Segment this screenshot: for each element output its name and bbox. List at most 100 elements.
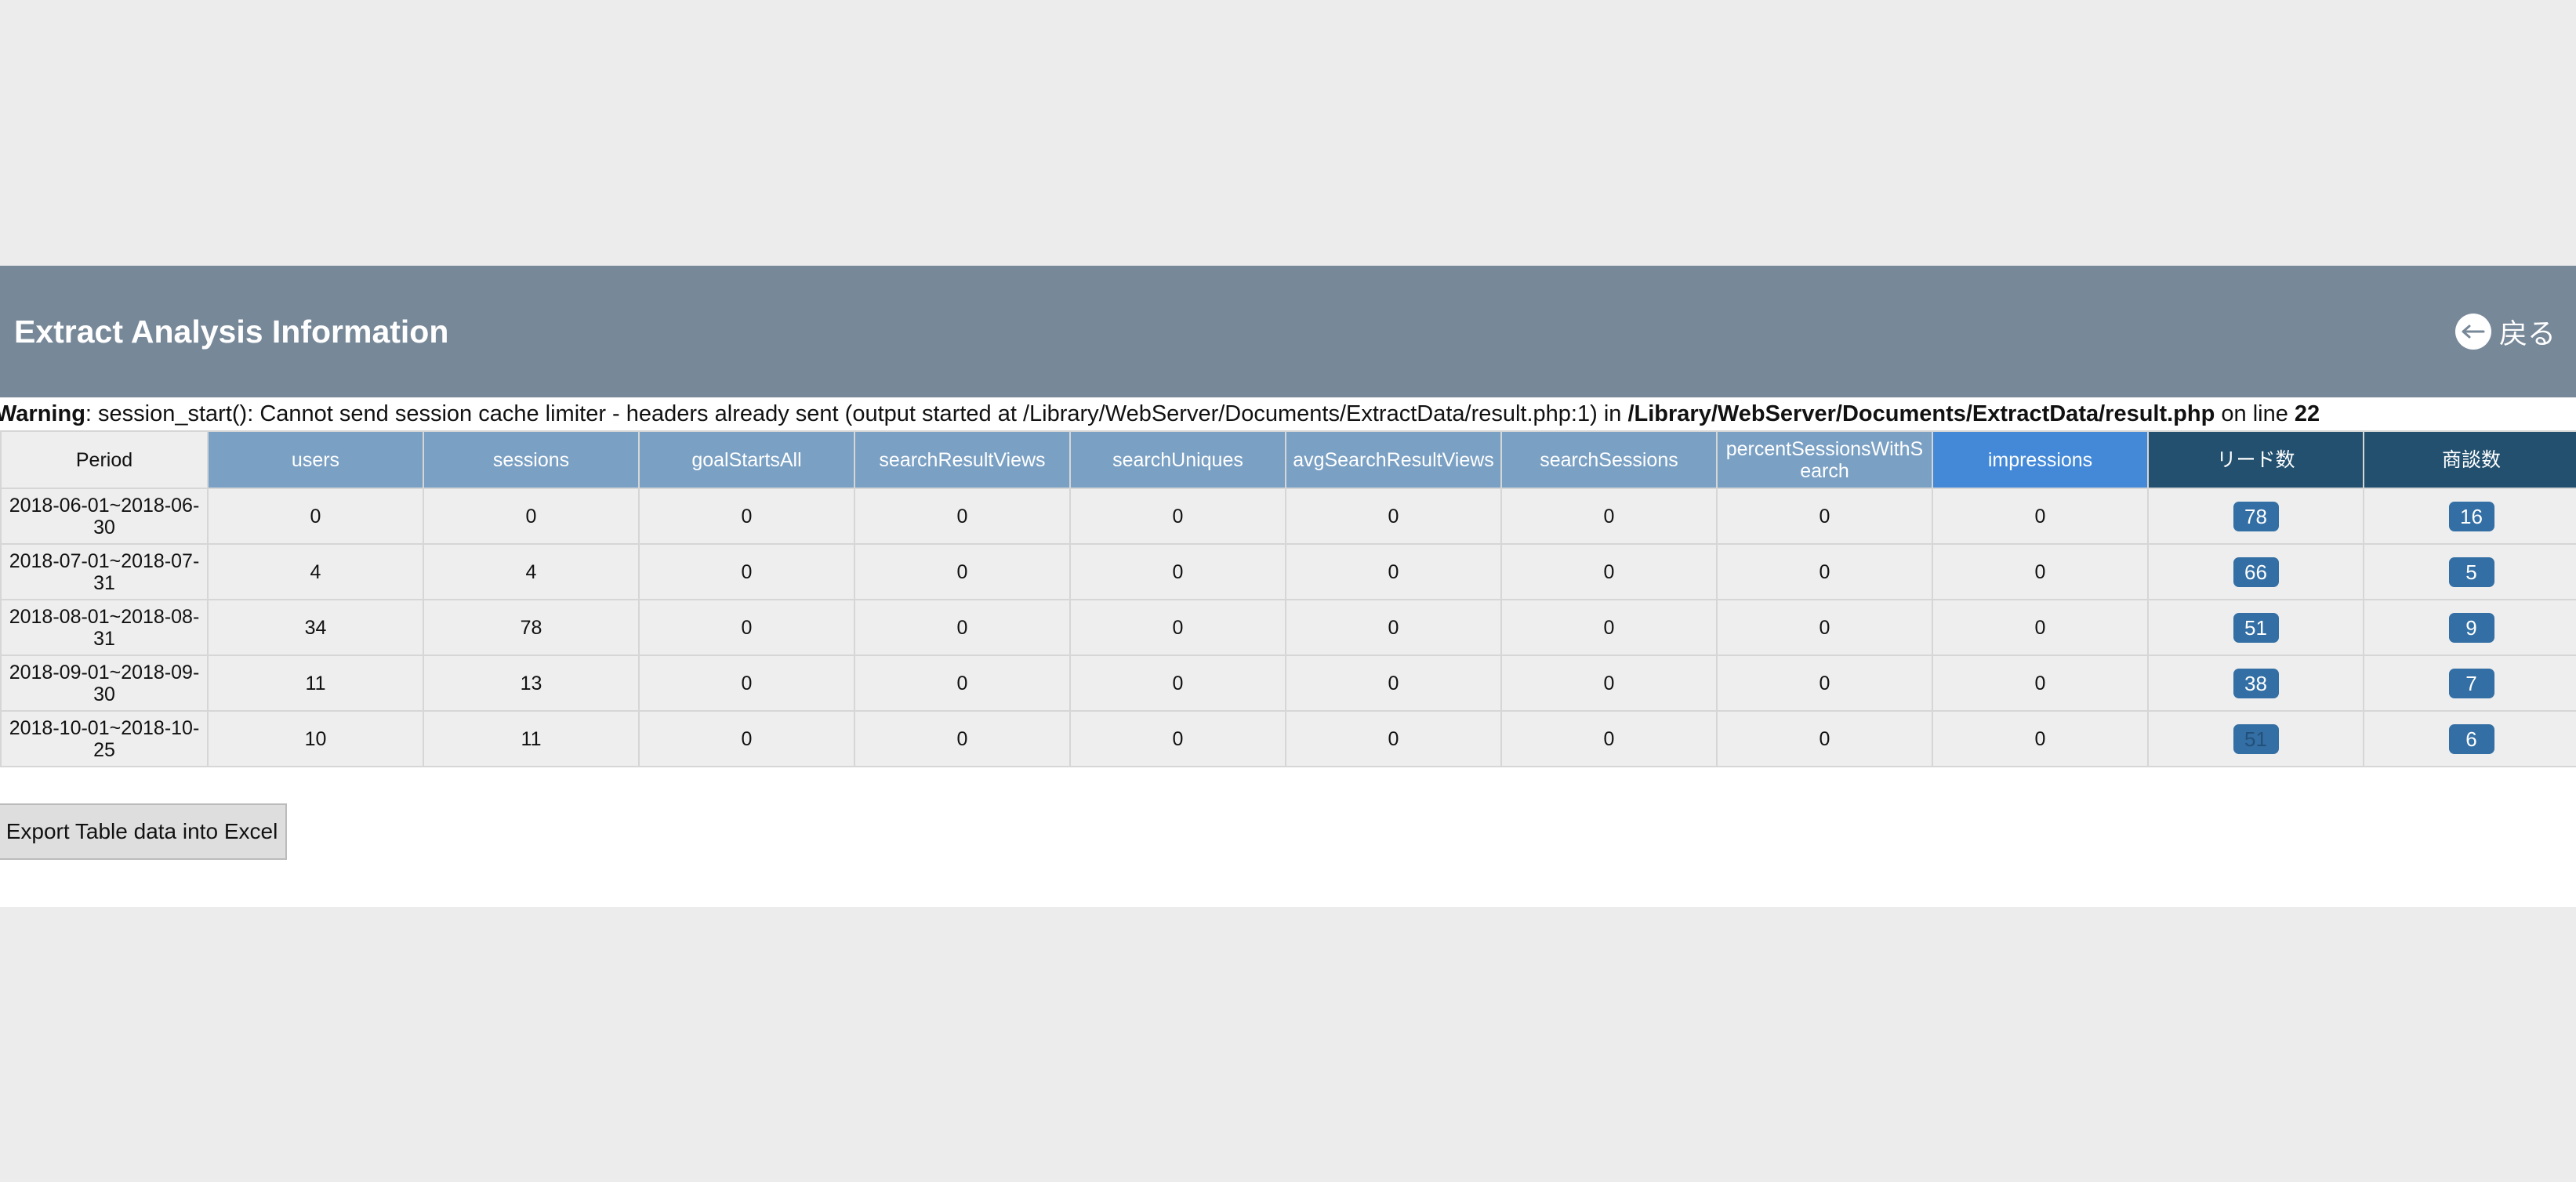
column-header: sessions [423,430,640,489]
value-cell: 0 [1716,488,1933,545]
table-header-row: Period users sessions goalStartsAll searchRe… [0,430,2576,489]
badge-cell: 9 [2363,599,2576,656]
value-cell: 0 [638,488,855,545]
warning-message: : session_start(): Cannot send session c… [85,401,1628,426]
warning-line-text: on line [2215,401,2295,426]
value-cell: 0 [1285,599,1502,656]
table-row: 2018-06-01~2018-06-30 0 0 0 0 0 0 0 0 0 78 16 [0,488,2576,545]
value-cell: 0 [1500,543,1718,600]
badge-cell: 78 [2147,488,2364,545]
value-cell: 0 [1932,710,2149,767]
column-header: Period [0,430,209,489]
table-row: 2018-10-01~2018-10-25 10 11 0 0 0 0 0 0 0 51 6 [0,710,2576,767]
value-cell: 0 [1500,599,1718,656]
value-cell: 78 [423,599,640,656]
table-row: 2018-07-01~2018-07-31 4 4 0 0 0 0 0 0 0 66 5 [0,543,2576,600]
column-header: searchResultViews [854,430,1071,489]
count-badge: 7 [2448,668,2494,698]
warning-label: Warning [0,401,85,426]
value-cell: 0 [638,654,855,712]
value-cell: 11 [423,710,640,767]
value-cell: 0 [1500,654,1718,712]
count-badge: 9 [2448,612,2494,643]
count-badge: 78 [2233,501,2279,531]
php-warning: Warning: session_start(): Cannot send se… [0,398,2571,430]
badge-cell: 6 [2363,710,2576,767]
back-label: 戻る [2498,317,2556,350]
value-cell: 0 [1500,710,1718,767]
app-header: Extract Analysis Information 戻る [0,266,2576,397]
value-cell: 0 [638,543,855,600]
column-header: リード数 [2147,430,2364,489]
count-badge: 5 [2448,557,2494,587]
badge-cell: 51 [2147,710,2364,767]
value-cell: 0 [1285,543,1502,600]
period-cell: 2018-06-01~2018-06-30 [0,488,209,545]
table-row: 2018-09-01~2018-09-30 11 13 0 0 0 0 0 0 0 38 7 [0,654,2576,712]
count-badge: 38 [2233,668,2279,698]
value-cell: 0 [1069,488,1286,545]
value-cell: 0 [1285,488,1502,545]
column-header: 商談数 [2363,430,2576,489]
period-cell: 2018-08-01~2018-08-31 [0,599,209,656]
column-header: goalStartsAll [638,430,855,489]
value-cell: 0 [207,488,424,545]
badge-cell: 5 [2363,543,2576,600]
period-cell: 2018-09-01~2018-09-30 [0,654,209,712]
column-header: users [207,430,424,489]
table-body: 2018-06-01~2018-06-30 0 0 0 0 0 0 0 0 0 78 16 2018-0… [0,488,2576,767]
arrow-left-circle-icon [2454,314,2491,350]
value-cell: 0 [854,599,1071,656]
table-row: 2018-08-01~2018-08-31 34 78 0 0 0 0 0 0 0 51 9 [0,599,2576,656]
value-cell: 11 [207,654,424,712]
export-excel-button[interactable]: Export Table data into Excel [0,803,287,860]
period-cell: 2018-07-01~2018-07-31 [0,543,209,600]
value-cell: 13 [423,654,640,712]
value-cell: 0 [1069,599,1286,656]
value-cell: 34 [207,599,424,656]
value-cell: 0 [1932,654,2149,712]
column-header: percentSessionsWithSearch [1716,430,1933,489]
value-cell: 0 [423,488,640,545]
value-cell: 10 [207,710,424,767]
count-badge: 6 [2448,723,2494,754]
value-cell: 0 [1716,654,1933,712]
value-cell: 0 [1932,488,2149,545]
value-cell: 0 [1069,543,1286,600]
count-badge: 16 [2448,501,2494,531]
value-cell: 0 [638,710,855,767]
column-header: searchUniques [1069,430,1286,489]
value-cell: 0 [638,599,855,656]
value-cell: 4 [207,543,424,600]
value-cell: 0 [1716,543,1933,600]
value-cell: 0 [1932,599,2149,656]
badge-cell: 7 [2363,654,2576,712]
column-header: avgSearchResultViews [1285,430,1502,489]
badge-cell: 51 [2147,599,2364,656]
value-cell: 4 [423,543,640,600]
badge-cell: 38 [2147,654,2364,712]
period-cell: 2018-10-01~2018-10-25 [0,710,209,767]
value-cell: 0 [854,488,1071,545]
column-header: impressions [1932,430,2149,489]
value-cell: 0 [1069,654,1286,712]
value-cell: 0 [1932,543,2149,600]
value-cell: 0 [1500,488,1718,545]
value-cell: 0 [854,543,1071,600]
warning-line-number: 22 [2294,401,2320,426]
value-cell: 0 [1716,599,1933,656]
value-cell: 0 [1285,710,1502,767]
value-cell: 0 [854,710,1071,767]
analysis-table: Period users sessions goalStartsAll searchRe… [0,430,2576,767]
count-badge: 66 [2233,557,2279,587]
page-container: Extract Analysis Information 戻る Warning:… [0,266,2576,907]
value-cell: 0 [1069,710,1286,767]
value-cell: 0 [1716,710,1933,767]
value-cell: 0 [1285,654,1502,712]
warning-path: /Library/WebServer/Documents/ExtractData… [1627,401,2215,426]
column-header: searchSessions [1500,430,1718,489]
count-badge: 51 [2233,612,2279,643]
count-badge: 51 [2233,723,2279,754]
value-cell: 0 [854,654,1071,712]
back-button[interactable]: 戻る [2454,294,2556,369]
